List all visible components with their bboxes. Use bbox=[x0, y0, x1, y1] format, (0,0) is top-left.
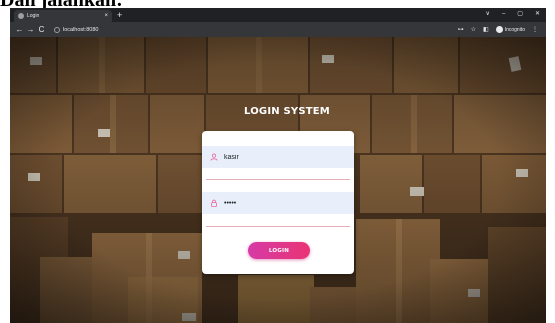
incognito-label: Incognito bbox=[504, 26, 525, 33]
browser-tab[interactable]: Login × bbox=[14, 10, 112, 22]
login-title: LOGIN SYSTEM bbox=[10, 101, 546, 119]
password-field[interactable] bbox=[202, 192, 354, 214]
incognito-badge[interactable]: Incognito bbox=[495, 26, 525, 33]
login-button[interactable]: LOGIN bbox=[248, 242, 310, 259]
close-window-icon[interactable]: ✕ bbox=[535, 9, 540, 19]
login-title-text: LOGIN SYSTEM bbox=[244, 106, 330, 117]
password-underline bbox=[206, 226, 350, 227]
tab-search-icon[interactable]: ∨ bbox=[486, 9, 490, 19]
new-tab-button[interactable]: + bbox=[117, 10, 122, 20]
address-bar[interactable]: localhost:8080 bbox=[51, 25, 458, 35]
lock-icon bbox=[211, 199, 217, 207]
side-panel-icon[interactable]: ◧ bbox=[483, 26, 489, 33]
username-underline bbox=[206, 179, 350, 180]
login-card: LOGIN bbox=[202, 131, 354, 274]
page-viewport: LOGIN SYSTEM LOGIN bbox=[10, 37, 546, 323]
browser-window: Login × + ∨ – ▢ ✕ ← → C localhost:8080 ⊶… bbox=[10, 8, 546, 323]
incognito-icon bbox=[495, 26, 503, 33]
favicon-icon bbox=[18, 13, 24, 19]
forward-icon[interactable]: → bbox=[25, 25, 36, 35]
minimize-icon[interactable]: – bbox=[502, 9, 505, 19]
maximize-icon[interactable]: ▢ bbox=[517, 9, 523, 19]
address-url[interactable]: localhost:8080 bbox=[63, 27, 98, 33]
username-input[interactable] bbox=[224, 152, 334, 162]
toolbar-actions: ⊶ ☆ ◧ Incognito ⋮ bbox=[458, 26, 542, 33]
tab-strip: Login × + ∨ – ▢ ✕ bbox=[10, 8, 546, 22]
username-field[interactable] bbox=[202, 146, 354, 168]
bookmark-star-icon[interactable]: ☆ bbox=[471, 26, 476, 33]
site-info-icon[interactable] bbox=[54, 26, 60, 33]
browser-menu-icon[interactable]: ⋮ bbox=[532, 26, 538, 33]
back-icon[interactable]: ← bbox=[14, 25, 25, 35]
password-input[interactable] bbox=[224, 198, 334, 208]
reload-icon[interactable]: C bbox=[36, 25, 47, 35]
browser-toolbar: ← → C localhost:8080 ⊶ ☆ ◧ Incognito ⋮ bbox=[10, 22, 546, 37]
tab-title: Login bbox=[27, 13, 40, 19]
window-controls: ∨ – ▢ ✕ bbox=[486, 9, 540, 19]
tab-close-icon[interactable]: × bbox=[104, 13, 108, 19]
user-icon bbox=[210, 153, 218, 161]
key-icon[interactable]: ⊶ bbox=[458, 26, 464, 33]
